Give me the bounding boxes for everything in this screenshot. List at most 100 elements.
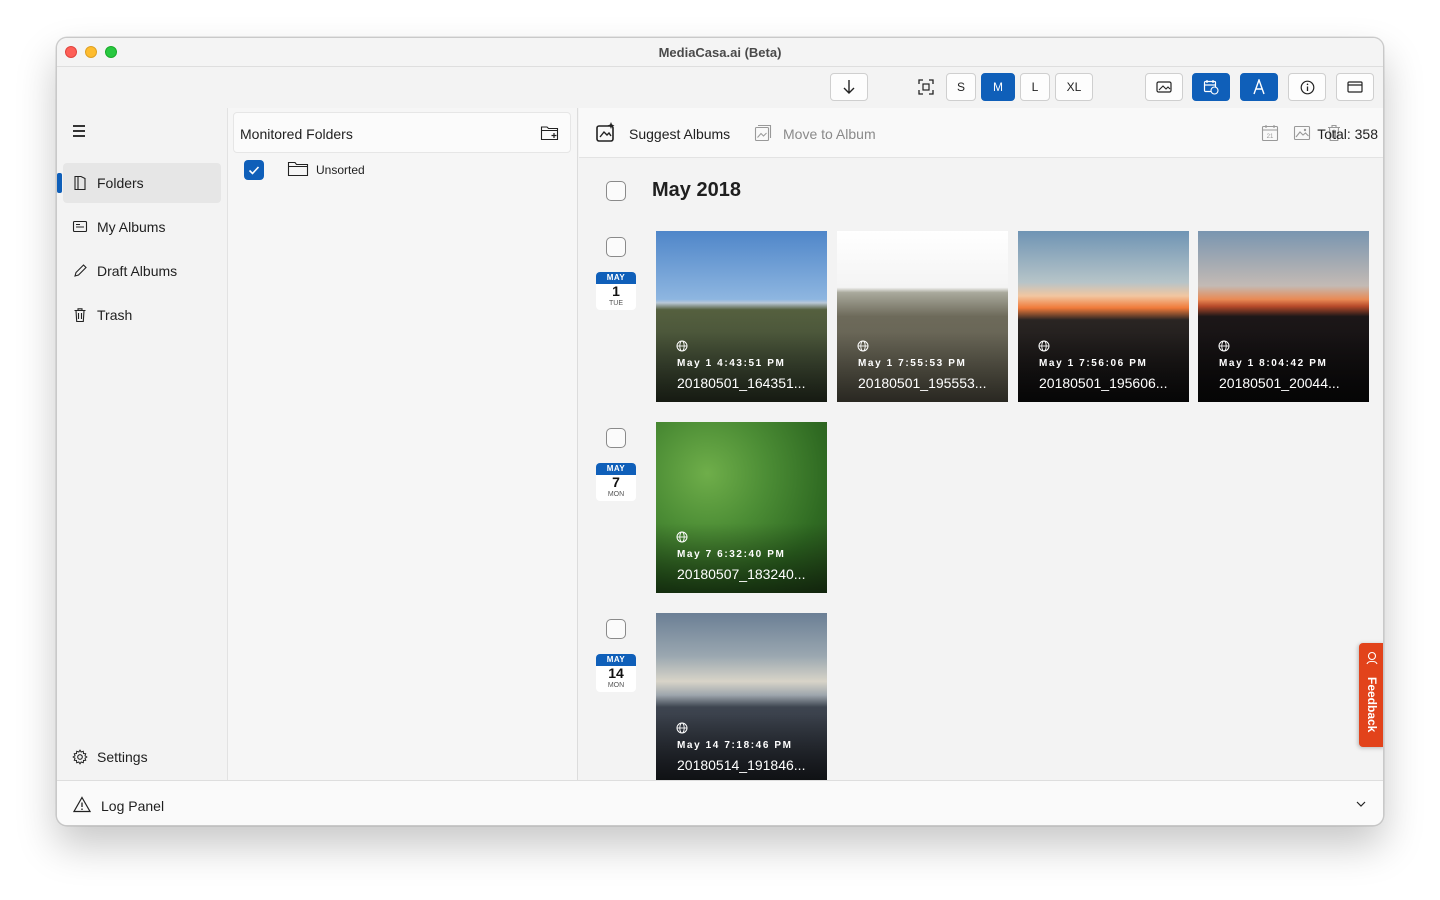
calendar-icon[interactable]: 21 bbox=[1261, 124, 1279, 142]
fit-screen-button[interactable] bbox=[912, 73, 940, 101]
photo-filename: 20180501_195553... bbox=[858, 375, 987, 391]
photo-thumbnail[interactable]: May 1 8:04:42 PM 20180501_20044... bbox=[1198, 231, 1369, 402]
move-to-album-button[interactable]: Move to Album bbox=[783, 126, 876, 142]
photo-time: May 14 7:18:46 PM bbox=[677, 740, 793, 751]
sidebar-item-folders[interactable]: Folders bbox=[57, 163, 221, 203]
panel-icon bbox=[1347, 81, 1363, 93]
suggest-albums-button[interactable]: Suggest Albums bbox=[629, 126, 730, 142]
albums-icon bbox=[72, 220, 88, 233]
photo-thumbnail[interactable]: May 7 6:32:40 PM 20180507_183240... bbox=[656, 422, 827, 593]
photo-thumbnail[interactable]: May 1 7:56:06 PM 20180501_195606... bbox=[1018, 231, 1189, 402]
folder-icon bbox=[287, 161, 309, 177]
monitored-folders-panel: Monitored Folders Unsorted bbox=[227, 108, 578, 780]
panel-toggle-button[interactable] bbox=[1336, 73, 1374, 101]
sidebar-item-my-albums[interactable]: My Albums bbox=[63, 207, 221, 247]
day-select-checkbox[interactable] bbox=[606, 619, 626, 639]
globe-icon bbox=[857, 340, 869, 352]
add-folder-icon[interactable] bbox=[540, 124, 560, 142]
sidebar-item-label: My Albums bbox=[97, 219, 166, 235]
photo-filename: 20180507_183240... bbox=[677, 566, 806, 582]
photo-filename: 20180514_191846... bbox=[677, 757, 806, 773]
settings-label: Settings bbox=[97, 749, 148, 765]
selection-indicator bbox=[57, 173, 62, 193]
image-icon[interactable] bbox=[1293, 124, 1311, 142]
log-panel-label: Log Panel bbox=[101, 798, 165, 814]
move-to-album-icon[interactable] bbox=[754, 124, 772, 142]
text-a-button[interactable] bbox=[1240, 73, 1278, 101]
gear-icon bbox=[72, 749, 88, 765]
app-window: MediaCasa.ai (Beta) S M L XL Folders My … bbox=[56, 37, 1384, 826]
text-a-icon bbox=[1253, 79, 1265, 95]
globe-icon bbox=[676, 722, 688, 734]
photo-filename: 20180501_195606... bbox=[1039, 375, 1168, 391]
sidebar-item-trash[interactable]: Trash bbox=[63, 295, 221, 335]
download-button[interactable] bbox=[830, 73, 868, 101]
size-xl-button[interactable]: XL bbox=[1055, 73, 1093, 101]
content-toolbar: Suggest Albums Move to Album 21 Total: 3… bbox=[579, 108, 1383, 158]
folders-icon bbox=[74, 175, 86, 191]
folder-label[interactable]: Unsorted bbox=[316, 163, 365, 177]
size-s-button[interactable]: S bbox=[946, 73, 976, 101]
date-weekday: MON bbox=[607, 491, 625, 498]
month-select-checkbox[interactable] bbox=[606, 181, 626, 201]
panel-title: Monitored Folders bbox=[240, 126, 353, 142]
calendar-sync-button[interactable] bbox=[1192, 73, 1230, 101]
window-title: MediaCasa.ai (Beta) bbox=[658, 45, 782, 60]
globe-icon bbox=[1038, 340, 1050, 352]
unsorted-checkbox[interactable] bbox=[244, 160, 264, 180]
photo-thumbnail[interactable]: May 14 7:18:46 PM 20180514_191846... bbox=[656, 613, 827, 780]
arrow-down-icon bbox=[843, 80, 855, 94]
hamburger-menu-icon[interactable] bbox=[73, 125, 91, 139]
photo-filename: 20180501_20044... bbox=[1219, 375, 1340, 391]
trash-icon bbox=[74, 308, 86, 323]
title-bar: MediaCasa.ai (Beta) bbox=[57, 38, 1383, 67]
day-select-checkbox[interactable] bbox=[606, 428, 626, 448]
photo-time: May 1 7:55:53 PM bbox=[858, 358, 967, 369]
photo-filename: 20180501_164351... bbox=[677, 375, 806, 391]
suggest-albums-icon[interactable] bbox=[595, 120, 619, 144]
checkmark-icon bbox=[248, 166, 260, 175]
sidebar-item-label: Trash bbox=[97, 307, 133, 323]
total-count: Total: 358 bbox=[1317, 126, 1378, 142]
fit-screen-icon bbox=[918, 79, 934, 95]
sidebar-item-label: Draft Albums bbox=[97, 263, 178, 279]
monitored-folders-header: Monitored Folders bbox=[233, 112, 571, 153]
svg-text:21: 21 bbox=[1267, 134, 1274, 140]
globe-icon bbox=[676, 531, 688, 543]
month-heading: May 2018 bbox=[652, 179, 741, 201]
sidebar-item-draft-albums[interactable]: Draft Albums bbox=[63, 251, 221, 291]
feedback-icon bbox=[1366, 651, 1378, 665]
date-badge: MAY 1 TUE bbox=[596, 272, 636, 310]
top-toolbar: S M L XL bbox=[57, 68, 1383, 108]
date-day: 1 bbox=[612, 283, 620, 299]
photo-time: May 1 7:56:06 PM bbox=[1039, 358, 1148, 369]
photo-time: May 1 4:43:51 PM bbox=[677, 358, 786, 369]
photo-thumbnail[interactable]: May 1 7:55:53 PM 20180501_195553... bbox=[837, 231, 1008, 402]
photo-thumbnail[interactable]: May 1 4:43:51 PM 20180501_164351... bbox=[656, 231, 827, 402]
globe-icon bbox=[1218, 340, 1230, 352]
feedback-tab[interactable]: Feedback bbox=[1359, 643, 1383, 747]
size-l-button[interactable]: L bbox=[1020, 73, 1050, 101]
info-button[interactable] bbox=[1288, 73, 1326, 101]
date-weekday: MON bbox=[607, 682, 625, 689]
sidebar: Folders My Albums Draft Albums Trash Set… bbox=[57, 108, 227, 780]
globe-icon bbox=[676, 340, 688, 352]
photo-time: May 7 6:32:40 PM bbox=[677, 549, 786, 560]
info-icon bbox=[1300, 80, 1314, 94]
feedback-label: Feedback bbox=[1365, 677, 1379, 733]
date-badge: MAY 7 MON bbox=[596, 463, 636, 501]
day-select-checkbox[interactable] bbox=[606, 237, 626, 257]
date-day: 7 bbox=[612, 474, 620, 490]
chevron-down-icon[interactable] bbox=[1355, 798, 1367, 810]
photo-time: May 1 8:04:42 PM bbox=[1219, 358, 1328, 369]
sidebar-item-label: Folders bbox=[97, 175, 144, 191]
log-panel[interactable]: Log Panel bbox=[57, 780, 1383, 825]
image-view-icon bbox=[1156, 81, 1172, 93]
photo-grid-area: Suggest Albums Move to Album 21 Total: 3… bbox=[579, 108, 1383, 780]
image-view-button[interactable] bbox=[1145, 73, 1183, 101]
pencil-icon bbox=[74, 264, 87, 277]
calendar-sync-icon bbox=[1203, 80, 1219, 95]
date-weekday: TUE bbox=[609, 300, 623, 307]
settings-button[interactable]: Settings bbox=[63, 737, 221, 777]
size-m-button[interactable]: M bbox=[981, 73, 1015, 101]
